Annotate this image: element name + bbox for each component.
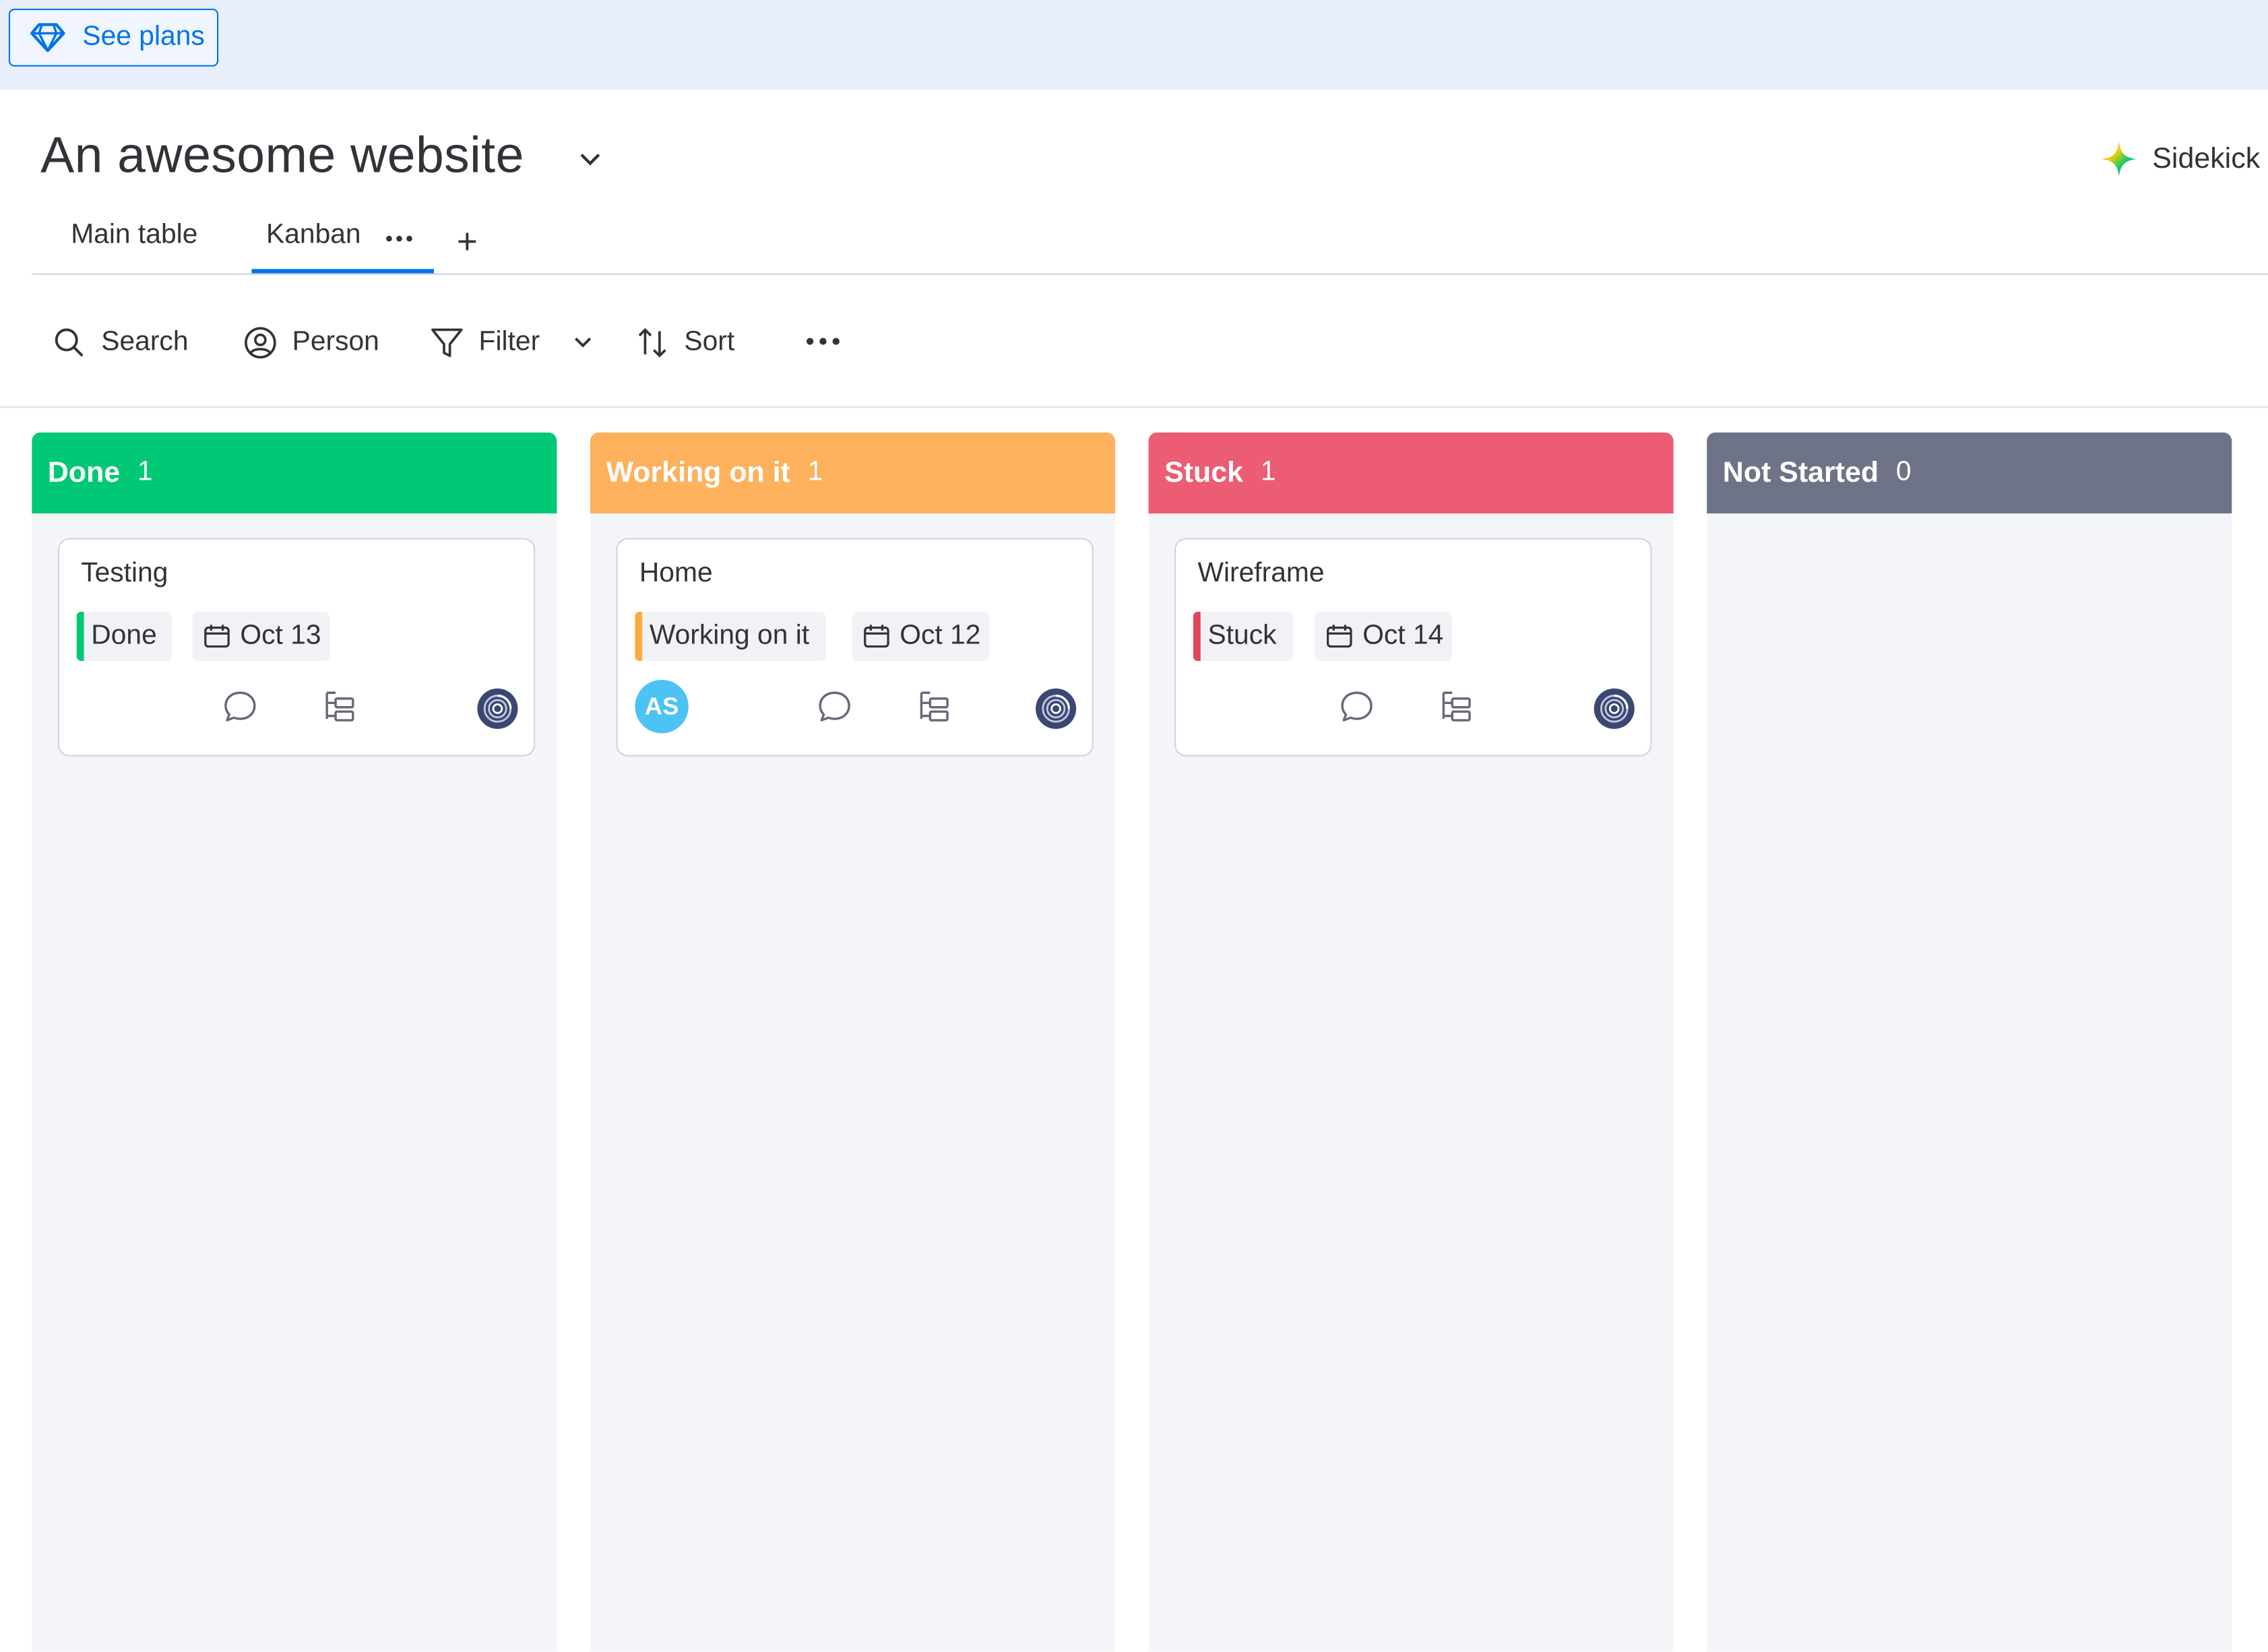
status-color-bar bbox=[76, 612, 84, 662]
date-chip[interactable]: Oct 12 bbox=[852, 612, 990, 662]
tab-kanban[interactable]: Kanban bbox=[266, 220, 361, 251]
see-plans-label: See plans bbox=[82, 22, 205, 53]
card-title[interactable]: Home bbox=[639, 559, 713, 590]
more-icon[interactable] bbox=[805, 336, 842, 347]
sidekick-sparkle-icon bbox=[2102, 141, 2137, 177]
owner-avatar[interactable] bbox=[477, 688, 518, 729]
column-title: Stuck bbox=[1164, 456, 1244, 488]
filter-label: Filter bbox=[478, 327, 540, 358]
owner-avatar[interactable] bbox=[1036, 688, 1077, 729]
kanban-column-not-started: Not Started 0 bbox=[1707, 432, 2232, 1652]
date-chip[interactable]: Oct 13 bbox=[192, 612, 330, 662]
search-icon bbox=[55, 328, 84, 357]
chevron-down-icon[interactable] bbox=[574, 145, 606, 174]
sort-label: Sort bbox=[684, 327, 735, 358]
date-label: Oct 12 bbox=[900, 620, 981, 652]
column-count: 1 bbox=[1260, 457, 1276, 488]
top-banner bbox=[0, 0, 2268, 90]
sidekick-button[interactable]: Sidekick bbox=[2100, 139, 2260, 179]
sidekick-label: Sidekick bbox=[2152, 142, 2261, 174]
date-label: Oct 13 bbox=[240, 620, 321, 652]
owner-avatar-icon bbox=[483, 694, 512, 723]
kanban-card[interactable]: Home Working on it Oct 12 AS bbox=[616, 538, 1094, 757]
comment-icon[interactable] bbox=[221, 689, 259, 726]
calendar-icon bbox=[1327, 625, 1352, 648]
column-header[interactable]: Working on it 1 bbox=[590, 432, 1116, 514]
column-header[interactable]: Stuck 1 bbox=[1148, 432, 1674, 514]
toolbar-divider bbox=[0, 406, 2268, 408]
status-label: Working on it bbox=[649, 620, 810, 652]
column-title: Done bbox=[47, 456, 121, 488]
owner-avatar[interactable] bbox=[1594, 688, 1635, 729]
tabs-divider bbox=[32, 273, 2268, 275]
filter-button[interactable]: Filter bbox=[430, 321, 540, 364]
status-label: Stuck bbox=[1207, 620, 1277, 652]
status-color-bar bbox=[1193, 612, 1201, 662]
calendar-icon bbox=[204, 625, 230, 648]
subitems-icon[interactable] bbox=[916, 689, 953, 726]
status-color-bar bbox=[635, 612, 643, 662]
search-button[interactable]: Search bbox=[52, 321, 189, 364]
search-label: Search bbox=[101, 327, 189, 358]
person-icon bbox=[245, 327, 276, 359]
date-label: Oct 14 bbox=[1362, 620, 1444, 652]
person-label: Person bbox=[292, 327, 379, 358]
tab-more-icon[interactable] bbox=[385, 234, 414, 243]
status-chip[interactable]: Working on it bbox=[635, 612, 825, 662]
kanban-card[interactable]: Wireframe Stuck Oct 14 bbox=[1174, 538, 1652, 757]
comment-icon[interactable] bbox=[1338, 689, 1376, 726]
column-count: 1 bbox=[137, 457, 153, 488]
filter-icon bbox=[431, 328, 463, 357]
owner-avatar-icon bbox=[1600, 694, 1629, 723]
sort-icon bbox=[638, 327, 666, 358]
column-count: 0 bbox=[1895, 457, 1912, 488]
sort-button[interactable]: Sort bbox=[635, 321, 734, 364]
diamond-icon bbox=[30, 23, 65, 53]
add-view-button[interactable] bbox=[455, 223, 478, 262]
column-title: Working on it bbox=[606, 456, 790, 488]
column-count: 1 bbox=[807, 457, 823, 488]
column-header[interactable]: Not Started 0 bbox=[1707, 432, 2232, 514]
see-plans-button[interactable]: See plans bbox=[8, 8, 219, 67]
plus-icon bbox=[458, 232, 476, 251]
owner-avatar-icon bbox=[1042, 694, 1071, 723]
kanban-card[interactable]: Testing Done Oct 13 bbox=[57, 538, 536, 757]
kanban-column-done: Done 1 Testing Done Oct 13 bbox=[32, 432, 557, 1652]
kanban-column-stuck: Stuck 1 Wireframe Stuck Oct 14 bbox=[1148, 432, 1674, 1652]
status-label: Done bbox=[91, 620, 157, 652]
column-header[interactable]: Done 1 bbox=[32, 432, 557, 514]
column-title: Not Started bbox=[1722, 456, 1879, 488]
subitems-icon[interactable] bbox=[321, 689, 359, 726]
board-title[interactable]: An awesome website bbox=[40, 127, 524, 185]
person-filter-button[interactable]: Person bbox=[243, 321, 379, 364]
status-chip[interactable]: Done bbox=[76, 612, 173, 662]
tab-main-table[interactable]: Main table bbox=[71, 220, 197, 251]
assignee-avatar[interactable]: AS bbox=[635, 679, 689, 734]
status-chip[interactable]: Stuck bbox=[1193, 612, 1293, 662]
kanban-column-working-on-it: Working on it 1 Home Working on it Oct 1… bbox=[590, 432, 1116, 1652]
card-title[interactable]: Testing bbox=[81, 559, 168, 590]
calendar-icon bbox=[864, 625, 889, 648]
filter-dropdown-chevron-icon[interactable] bbox=[571, 331, 594, 354]
card-title[interactable]: Wireframe bbox=[1197, 559, 1324, 590]
subitems-icon[interactable] bbox=[1438, 689, 1476, 726]
comment-icon[interactable] bbox=[816, 689, 854, 726]
date-chip[interactable]: Oct 14 bbox=[1315, 612, 1453, 662]
